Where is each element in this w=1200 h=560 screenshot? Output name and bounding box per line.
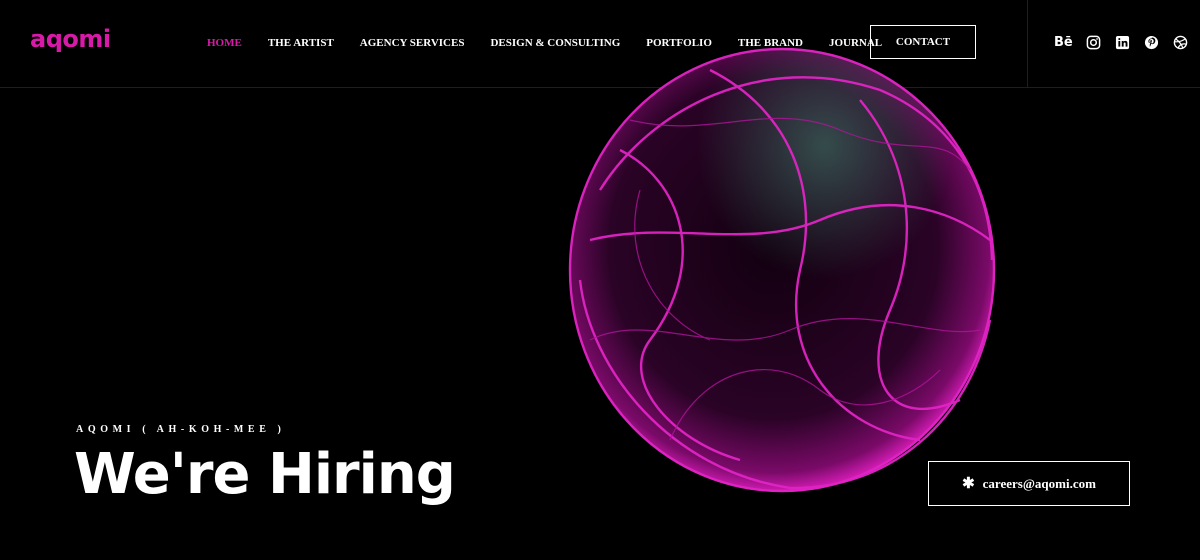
nav-item-agency-services[interactable]: AGENCY SERVICES (360, 37, 465, 49)
nav-item-home[interactable]: HOME (207, 37, 242, 49)
hero-sphere-graphic (560, 40, 1010, 500)
careers-email-label: careers@aqomi.com (982, 475, 1096, 491)
header-divider (1027, 0, 1028, 87)
asterisk-icon: ✱ (962, 476, 975, 492)
instagram-icon[interactable] (1086, 34, 1102, 50)
logo[interactable]: aqomi (30, 24, 111, 54)
social-links: Bē (1054, 34, 1189, 50)
behance-icon[interactable]: Bē (1054, 34, 1073, 50)
hero-headline: We're Hiring (74, 442, 456, 507)
careers-email-button[interactable]: ✱ careers@aqomi.com (928, 461, 1130, 506)
dribbble-icon[interactable] (1173, 34, 1189, 50)
hero-eyebrow: AQOMI ( AH-KOH-MEE ) (76, 424, 286, 435)
linkedin-icon[interactable] (1115, 34, 1131, 50)
pinterest-icon[interactable] (1144, 34, 1160, 50)
nav-item-the-artist[interactable]: THE ARTIST (268, 37, 334, 49)
